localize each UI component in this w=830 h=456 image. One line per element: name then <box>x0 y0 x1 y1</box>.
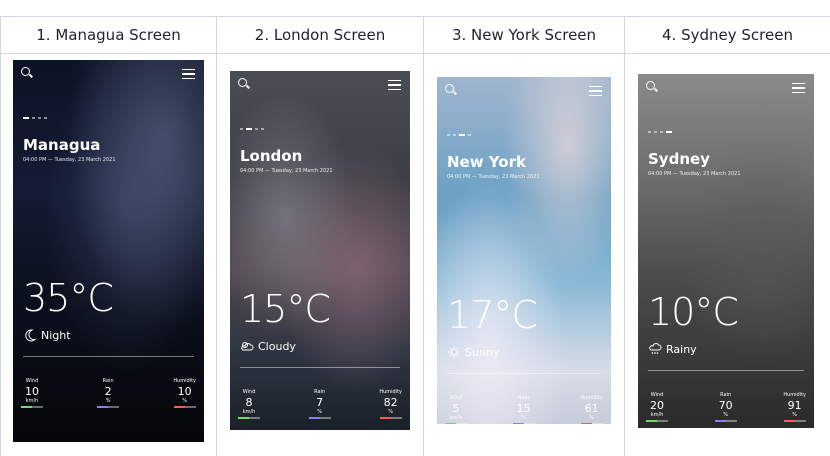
rain-stat: Rain 2% <box>97 378 120 408</box>
phone-screen-sydney: Sydney 04:00 PM — Tuesday, 23 March 2021… <box>638 74 814 428</box>
stats-row: Wind 20 km/h Rain 70% Humidity 91% <box>646 392 806 422</box>
divider <box>23 356 194 357</box>
condition: Sunny <box>447 345 499 359</box>
condition-label: Night <box>41 328 71 342</box>
date-time: 04:00 PM — Tuesday, 23 March 2021 <box>648 171 741 177</box>
stats-row: Wind 8 km/h Rain 7% Humidity 82% <box>238 389 402 419</box>
temperature: 15°C <box>240 287 331 331</box>
rain-stat: Rain 15% <box>512 395 535 424</box>
menu-icon[interactable] <box>388 80 401 90</box>
rain-stat: Rain 7% <box>308 389 331 419</box>
screen-cell-london: London 04:00 PM — Tuesday, 23 March 2021… <box>216 53 424 456</box>
city-name: Managua <box>23 136 101 154</box>
screen-cell-sydney: Sydney 04:00 PM — Tuesday, 23 March 2021… <box>624 53 830 456</box>
date-time: 04:00 PM — Tuesday, 23 March 2021 <box>240 168 333 174</box>
wind-stat: Wind 8 km/h <box>238 389 260 419</box>
page-indicator <box>240 128 264 130</box>
condition: Night <box>23 328 71 342</box>
stats-row: Wind 5 km/h Rain 15% Humidity 61% <box>445 395 603 424</box>
temperature: 10°C <box>648 290 739 334</box>
menu-icon[interactable] <box>792 83 805 93</box>
search-icon[interactable] <box>646 81 655 90</box>
temperature: 35°C <box>23 276 114 320</box>
column-header-managua: 1. Managua Screen <box>0 16 217 54</box>
divider <box>447 373 601 374</box>
wind-stat: Wind 10 km/h <box>21 378 43 408</box>
rain-cloud-icon <box>649 343 662 354</box>
screen-cell-managua: Managua 04:00 PM — Tuesday, 23 March 202… <box>0 53 217 456</box>
humidity-stat: Humidity 82% <box>379 389 402 419</box>
city-name: London <box>240 147 303 165</box>
stats-row: Wind 10 km/h Rain 2% Humidity 10% <box>21 378 196 408</box>
menu-icon[interactable] <box>589 86 602 96</box>
search-icon[interactable] <box>445 84 454 93</box>
condition-label: Sunny <box>465 345 500 359</box>
wind-stat: Wind 20 km/h <box>646 392 668 422</box>
condition-label: Cloudy <box>258 339 296 353</box>
sun-icon <box>448 346 460 358</box>
divider <box>648 370 804 371</box>
humidity-stat: Humidity 61% <box>580 395 603 424</box>
column-header-sydney: 4. Sydney Screen <box>624 16 830 54</box>
phone-screen-london: London 04:00 PM — Tuesday, 23 March 2021… <box>230 71 410 430</box>
column-header-new-york: 3. New York Screen <box>423 16 625 54</box>
date-time: 04:00 PM — Tuesday, 23 March 2021 <box>447 174 540 180</box>
temperature: 17°C <box>447 293 538 337</box>
screens-table: 1. Managua Screen 2. London Screen 3. Ne… <box>0 16 830 456</box>
column-header-london: 2. London Screen <box>216 16 424 54</box>
search-icon[interactable] <box>238 78 247 87</box>
cloud-icon <box>241 342 254 351</box>
humidity-stat: Humidity 91% <box>783 392 806 422</box>
page-indicator <box>23 117 47 119</box>
wind-stat: Wind 5 km/h <box>445 395 467 424</box>
phone-screen-managua: Managua 04:00 PM — Tuesday, 23 March 202… <box>13 60 204 442</box>
condition: Rainy <box>648 342 697 356</box>
rain-stat: Rain 70% <box>714 392 737 422</box>
search-icon[interactable] <box>21 67 30 76</box>
phone-screen-new-york: New York 04:00 PM — Tuesday, 23 March 20… <box>437 77 611 424</box>
screen-cell-new-york: New York 04:00 PM — Tuesday, 23 March 20… <box>423 53 625 456</box>
condition-label: Rainy <box>666 342 697 356</box>
condition: Cloudy <box>240 339 296 353</box>
page-indicator <box>447 134 471 136</box>
moon-icon <box>25 329 37 342</box>
menu-icon[interactable] <box>182 69 195 79</box>
divider <box>240 367 400 368</box>
city-name: New York <box>447 153 526 171</box>
city-name: Sydney <box>648 150 710 168</box>
date-time: 04:00 PM — Tuesday, 23 March 2021 <box>23 157 116 163</box>
page-indicator <box>648 131 672 133</box>
humidity-stat: Humidity 10% <box>173 378 196 408</box>
